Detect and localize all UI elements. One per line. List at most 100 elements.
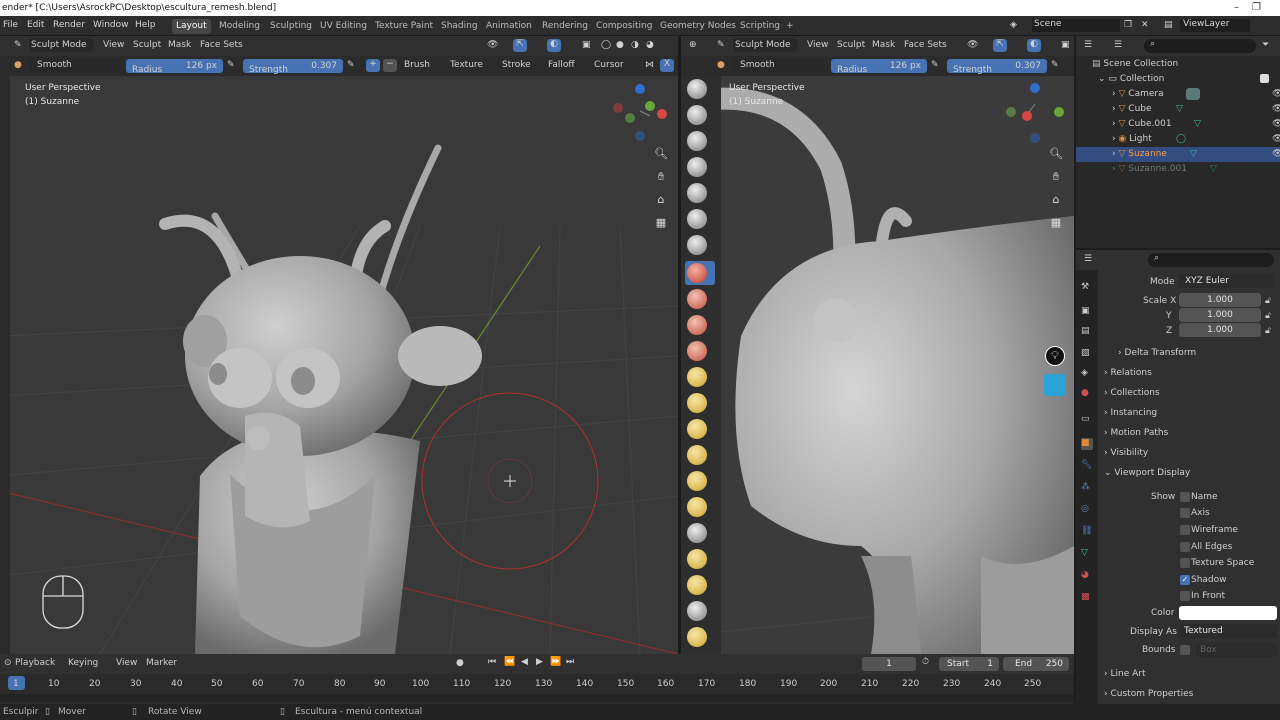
tab-scripting[interactable]: Scripting xyxy=(736,19,784,34)
scene-collection-row[interactable]: ▤ Scene Collection xyxy=(1076,57,1280,72)
outliner-item-suzanne[interactable]: › ▽ Suzanne ▽ 👁 xyxy=(1076,147,1280,162)
show-texture-space-checkbox[interactable] xyxy=(1180,558,1190,568)
view-layer-tab-icon[interactable]: ▧ xyxy=(1081,348,1093,360)
texture-tab-icon[interactable]: ▩ xyxy=(1081,592,1093,604)
menu-mask[interactable]: Mask xyxy=(872,40,895,50)
menu-sculpt[interactable]: Sculpt xyxy=(133,40,161,50)
visibility-section[interactable]: › Visibility xyxy=(1104,445,1274,462)
eye-icon[interactable]: 👁 xyxy=(1272,117,1280,132)
brush-menu[interactable]: Brush xyxy=(404,60,430,70)
current-frame-field[interactable]: 1 xyxy=(862,657,916,671)
tab-layout[interactable]: Layout xyxy=(172,19,211,34)
brush-selector[interactable]: Smooth xyxy=(732,58,824,72)
nudge-brush-icon[interactable] xyxy=(687,601,707,621)
scale-z-field[interactable]: 1.000 xyxy=(1179,323,1261,337)
direction-add-icon[interactable]: + xyxy=(366,59,380,72)
crease-brush-icon[interactable] xyxy=(687,289,707,309)
outliner-item-cube[interactable]: › ▽ Cube ▽ 👁 xyxy=(1076,102,1280,117)
mirror-x-toggle[interactable]: X xyxy=(660,59,674,72)
output-tab-icon[interactable]: ▤ xyxy=(1081,326,1093,338)
menu-face-sets[interactable]: Face Sets xyxy=(200,40,243,50)
view-menu[interactable]: View xyxy=(116,658,137,668)
thumb-brush-icon[interactable] xyxy=(687,549,707,569)
gizmo-toggle-icon[interactable]: ⇱ xyxy=(513,39,527,52)
rotation-mode-select[interactable]: XYZ Euler xyxy=(1179,274,1273,288)
right-viewport[interactable]: User Perspective (1) Suzanne 🔍︎ ✋︎ ⌂ ▦ 💡… xyxy=(681,76,1074,654)
motion-paths-section[interactable]: › Motion Paths xyxy=(1104,425,1274,442)
display-mode-icon[interactable]: ☰ xyxy=(1114,40,1122,50)
visibility-icon[interactable]: 👁 xyxy=(487,40,498,50)
mode-selector[interactable]: Sculpt Mode xyxy=(733,38,797,52)
strength-pressure-icon[interactable]: ✎ xyxy=(347,60,355,70)
menu-file[interactable]: File xyxy=(3,20,18,30)
timeline-editor-icon[interactable]: ⊙ xyxy=(4,658,12,668)
physics-tab-icon[interactable]: ◎ xyxy=(1081,504,1093,516)
tab-texture-paint[interactable]: Texture Paint xyxy=(371,19,437,34)
viewport-display-section[interactable]: ⌄ Viewport Display xyxy=(1104,465,1274,482)
world-tab-icon[interactable]: ● xyxy=(1081,388,1093,400)
clay-thumb-brush-icon[interactable] xyxy=(687,183,707,203)
data-tab-icon[interactable]: ▽ xyxy=(1081,548,1093,560)
scene-tab-icon[interactable]: ◈ xyxy=(1081,368,1093,380)
object-tab-icon[interactable]: ■ xyxy=(1081,438,1093,450)
close-icon[interactable]: ✕ xyxy=(1141,20,1149,30)
falloff-menu[interactable]: Falloff xyxy=(548,60,575,70)
tab-modeling[interactable]: Modeling xyxy=(215,19,264,34)
jump-start-icon[interactable]: ⏮ xyxy=(488,657,496,667)
collection-checkbox[interactable] xyxy=(1260,74,1269,83)
view-layer-selector[interactable]: ViewLayer xyxy=(1180,19,1250,32)
snake-hook-brush-icon[interactable] xyxy=(687,523,707,543)
material-shading-icon[interactable]: ◑ xyxy=(631,40,639,50)
chevron-right-icon[interactable]: › xyxy=(1112,104,1116,114)
radius-field[interactable]: Radius 126 px xyxy=(126,59,223,75)
left-viewport-canvas[interactable] xyxy=(0,76,678,654)
pen-pressure-icon[interactable]: ✎ xyxy=(227,60,235,70)
menu-face-sets[interactable]: Face Sets xyxy=(904,40,947,50)
tab-compositing[interactable]: Compositing xyxy=(592,19,656,34)
chevron-right-icon[interactable]: › xyxy=(1112,89,1116,99)
cursor-menu[interactable]: Cursor xyxy=(594,60,624,70)
clay-strips-brush-icon[interactable] xyxy=(687,157,707,177)
xray-icon[interactable]: ▣ xyxy=(1061,40,1070,50)
strength-pressure-icon[interactable]: ✎ xyxy=(1051,60,1059,70)
menu-view[interactable]: View xyxy=(807,40,828,50)
line-art-section[interactable]: › Line Art xyxy=(1104,666,1274,683)
left-viewport[interactable]: User Perspective (1) Suzanne 🔍︎ ✋︎ ⌂ ▦ xyxy=(0,76,678,654)
smooth-brush-icon[interactable] xyxy=(687,315,707,335)
strength-field[interactable]: Strength 0.307 xyxy=(947,59,1047,75)
pan-hand-icon[interactable]: ✋︎ xyxy=(1047,168,1065,186)
eye-icon[interactable]: 👁 xyxy=(1272,147,1280,162)
material-tab-icon[interactable]: ◕ xyxy=(1081,570,1093,582)
start-frame-field[interactable]: Start 1 xyxy=(939,657,999,671)
overlay-toggle-icon[interactable]: ◐ xyxy=(547,39,561,52)
outliner-item-suzanne-001[interactable]: › ▽ Suzanne.001 ▽ xyxy=(1076,162,1280,177)
relations-section[interactable]: › Relations xyxy=(1104,365,1274,382)
editor-type-icon[interactable]: ⊕ xyxy=(689,40,697,50)
camera-view-icon[interactable]: ⌂ xyxy=(652,191,670,209)
stroke-menu[interactable]: Stroke xyxy=(502,60,531,70)
radius-field[interactable]: Radius 126 px xyxy=(831,59,927,75)
clay-brush-icon[interactable] xyxy=(687,131,707,151)
tab-uv-editing[interactable]: UV Editing xyxy=(316,19,371,34)
show-axis-checkbox[interactable] xyxy=(1180,508,1190,518)
brush-selector[interactable]: Smooth xyxy=(29,58,121,72)
lock-icon[interactable]: 🔓︎ xyxy=(1265,311,1271,321)
multiplane-scrape-brush-icon[interactable] xyxy=(687,419,707,439)
eye-icon[interactable]: 👁 xyxy=(1272,102,1280,117)
flatten-brush-icon[interactable] xyxy=(687,341,707,361)
keying-menu[interactable]: Keying xyxy=(68,658,98,668)
mask-brush-icon[interactable] xyxy=(1044,374,1066,396)
scale-x-field[interactable]: 1.000 xyxy=(1179,293,1261,307)
visibility-icon[interactable]: 👁 xyxy=(967,40,978,50)
show-all-edges-checkbox[interactable] xyxy=(1180,542,1190,552)
playback-menu[interactable]: Playback xyxy=(15,658,55,668)
maximize-icon[interactable]: ❐ xyxy=(1252,0,1261,16)
tab-animation[interactable]: Animation xyxy=(482,19,536,34)
end-frame-field[interactable]: End 250 xyxy=(1003,657,1069,671)
color-swatch[interactable] xyxy=(1179,606,1277,620)
rendered-shading-icon[interactable]: ◕ xyxy=(646,40,654,50)
stopwatch-icon[interactable]: ⏱ xyxy=(922,657,929,667)
solid-shading-icon[interactable]: ● xyxy=(616,40,624,50)
jump-end-icon[interactable]: ⏭ xyxy=(566,657,574,667)
chevron-down-icon[interactable]: ⌄ xyxy=(1098,74,1106,84)
